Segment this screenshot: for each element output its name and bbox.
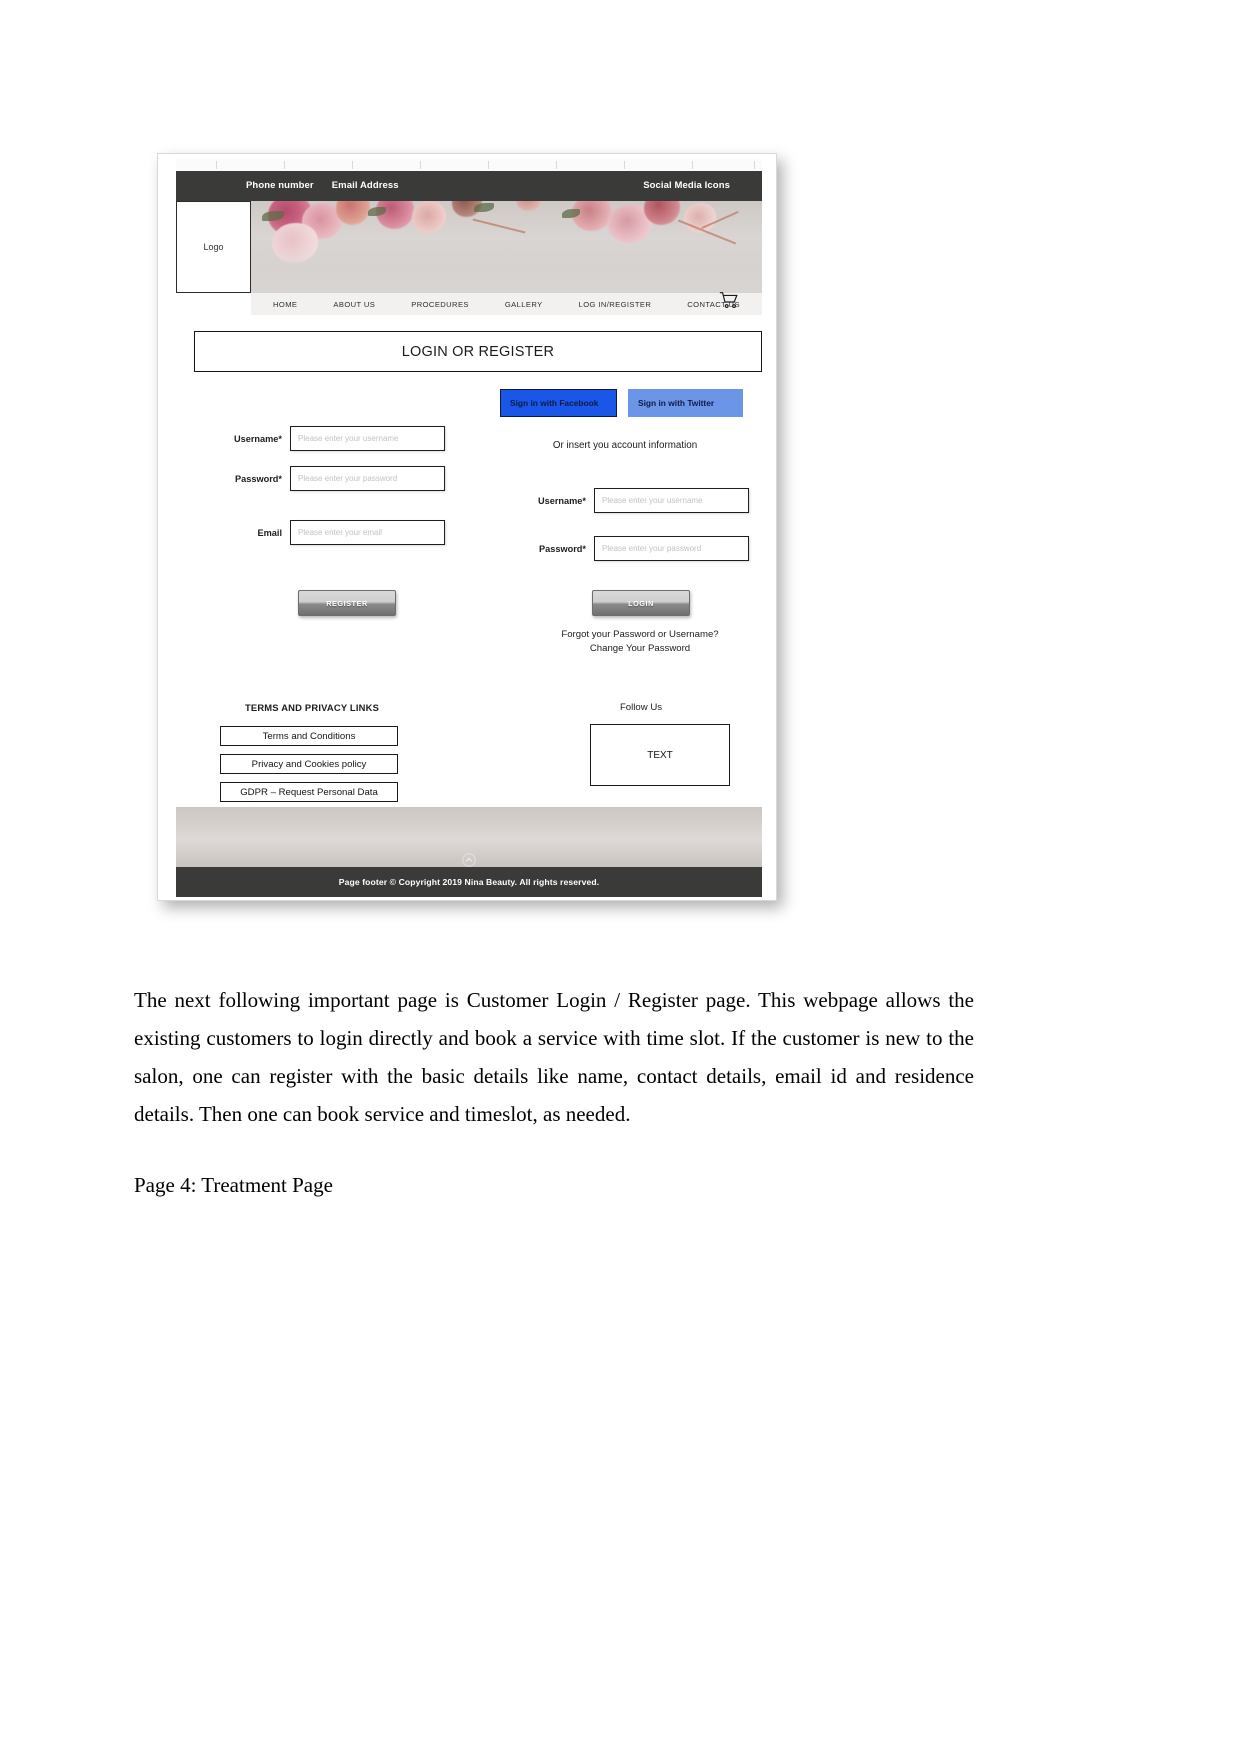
cart-icon[interactable] bbox=[718, 289, 740, 311]
nav-item-home[interactable]: HOME bbox=[273, 300, 297, 309]
scroll-up-arrow-icon[interactable] bbox=[458, 853, 480, 867]
hero-fade-overlay bbox=[176, 249, 762, 293]
website-mockup: Phone number Email Address Social Media … bbox=[176, 159, 762, 897]
nav-links: HOME ABOUT US PROCEDURES GALLERY LOG IN/… bbox=[251, 293, 762, 315]
change-password-line-2[interactable]: Change Your Password bbox=[530, 642, 750, 656]
main-navigation: HOME ABOUT US PROCEDURES GALLERY LOG IN/… bbox=[251, 292, 762, 315]
register-username-label: Username* bbox=[233, 433, 282, 444]
gdpr-request-personal-data-link[interactable]: GDPR – Request Personal Data bbox=[220, 782, 398, 802]
login-register-content: Username* Please enter your username Pas… bbox=[194, 372, 762, 807]
nav-item-about-us[interactable]: ABOUT US bbox=[333, 300, 375, 309]
register-username-row: Username* Please enter your username bbox=[212, 426, 445, 451]
register-username-input[interactable]: Please enter your username bbox=[290, 426, 445, 451]
login-password-label: Password* bbox=[539, 543, 586, 554]
body-paragraph: The next following important page is Cus… bbox=[134, 988, 974, 1126]
register-password-row: Password* Please enter your password bbox=[212, 466, 445, 491]
forgot-password-line-1[interactable]: Forgot your Password or Username? bbox=[530, 628, 750, 642]
register-password-label: Password* bbox=[235, 473, 282, 484]
site-logo[interactable]: Logo bbox=[176, 201, 251, 293]
site-footer-bar: Page footer © Copyright 2019 Nina Beauty… bbox=[176, 867, 762, 897]
nav-item-procedures[interactable]: PROCEDURES bbox=[411, 300, 469, 309]
forgot-password-text: Forgot your Password or Username? Change… bbox=[530, 628, 750, 656]
login-register-mockup-figure: Phone number Email Address Social Media … bbox=[157, 153, 777, 901]
register-email-input[interactable]: Please enter your email bbox=[290, 520, 445, 545]
privacy-cookies-policy-link[interactable]: Privacy and Cookies policy bbox=[220, 754, 398, 774]
page-title: LOGIN OR REGISTER bbox=[194, 331, 762, 372]
email-address-label[interactable]: Email Address bbox=[332, 180, 399, 191]
follow-us-heading: Follow Us bbox=[619, 702, 663, 713]
hero-flower-banner bbox=[176, 201, 762, 293]
register-email-label: Email bbox=[257, 527, 282, 538]
nav-item-login-register[interactable]: LOG IN/REGISTER bbox=[579, 300, 652, 309]
login-username-input[interactable]: Please enter your username bbox=[594, 488, 749, 513]
register-email-row: Email Please enter your email bbox=[212, 520, 445, 545]
register-password-input[interactable]: Please enter your password bbox=[290, 466, 445, 491]
divider-text: Or insert you account information bbox=[552, 440, 698, 451]
social-media-icons-label[interactable]: Social Media Icons bbox=[643, 180, 730, 191]
site-utility-bar: Phone number Email Address Social Media … bbox=[176, 171, 762, 201]
login-button[interactable]: LOGIN bbox=[592, 590, 690, 616]
terms-and-conditions-link[interactable]: Terms and Conditions bbox=[220, 726, 398, 746]
utility-contact-group: Phone number Email Address bbox=[246, 180, 399, 191]
section-subheading: Page 4: Treatment Page bbox=[134, 1173, 333, 1197]
terms-heading: TERMS AND PRIVACY LINKS bbox=[244, 702, 380, 713]
document-page: Phone number Email Address Social Media … bbox=[0, 0, 1241, 1754]
register-button[interactable]: REGISTER bbox=[298, 590, 396, 616]
facebook-signin-button[interactable]: Sign in with Facebook bbox=[500, 389, 617, 417]
follow-us-text-box[interactable]: TEXT bbox=[590, 724, 730, 786]
twitter-signin-button[interactable]: Sign in with Twitter bbox=[628, 389, 743, 417]
login-username-label: Username* bbox=[537, 495, 586, 506]
login-password-row: Password* Please enter your password bbox=[514, 536, 749, 561]
login-password-input[interactable]: Please enter your password bbox=[594, 536, 749, 561]
login-username-row: Username* Please enter your username bbox=[514, 488, 749, 513]
phone-number-label[interactable]: Phone number bbox=[246, 180, 314, 191]
nav-item-gallery[interactable]: GALLERY bbox=[505, 300, 543, 309]
